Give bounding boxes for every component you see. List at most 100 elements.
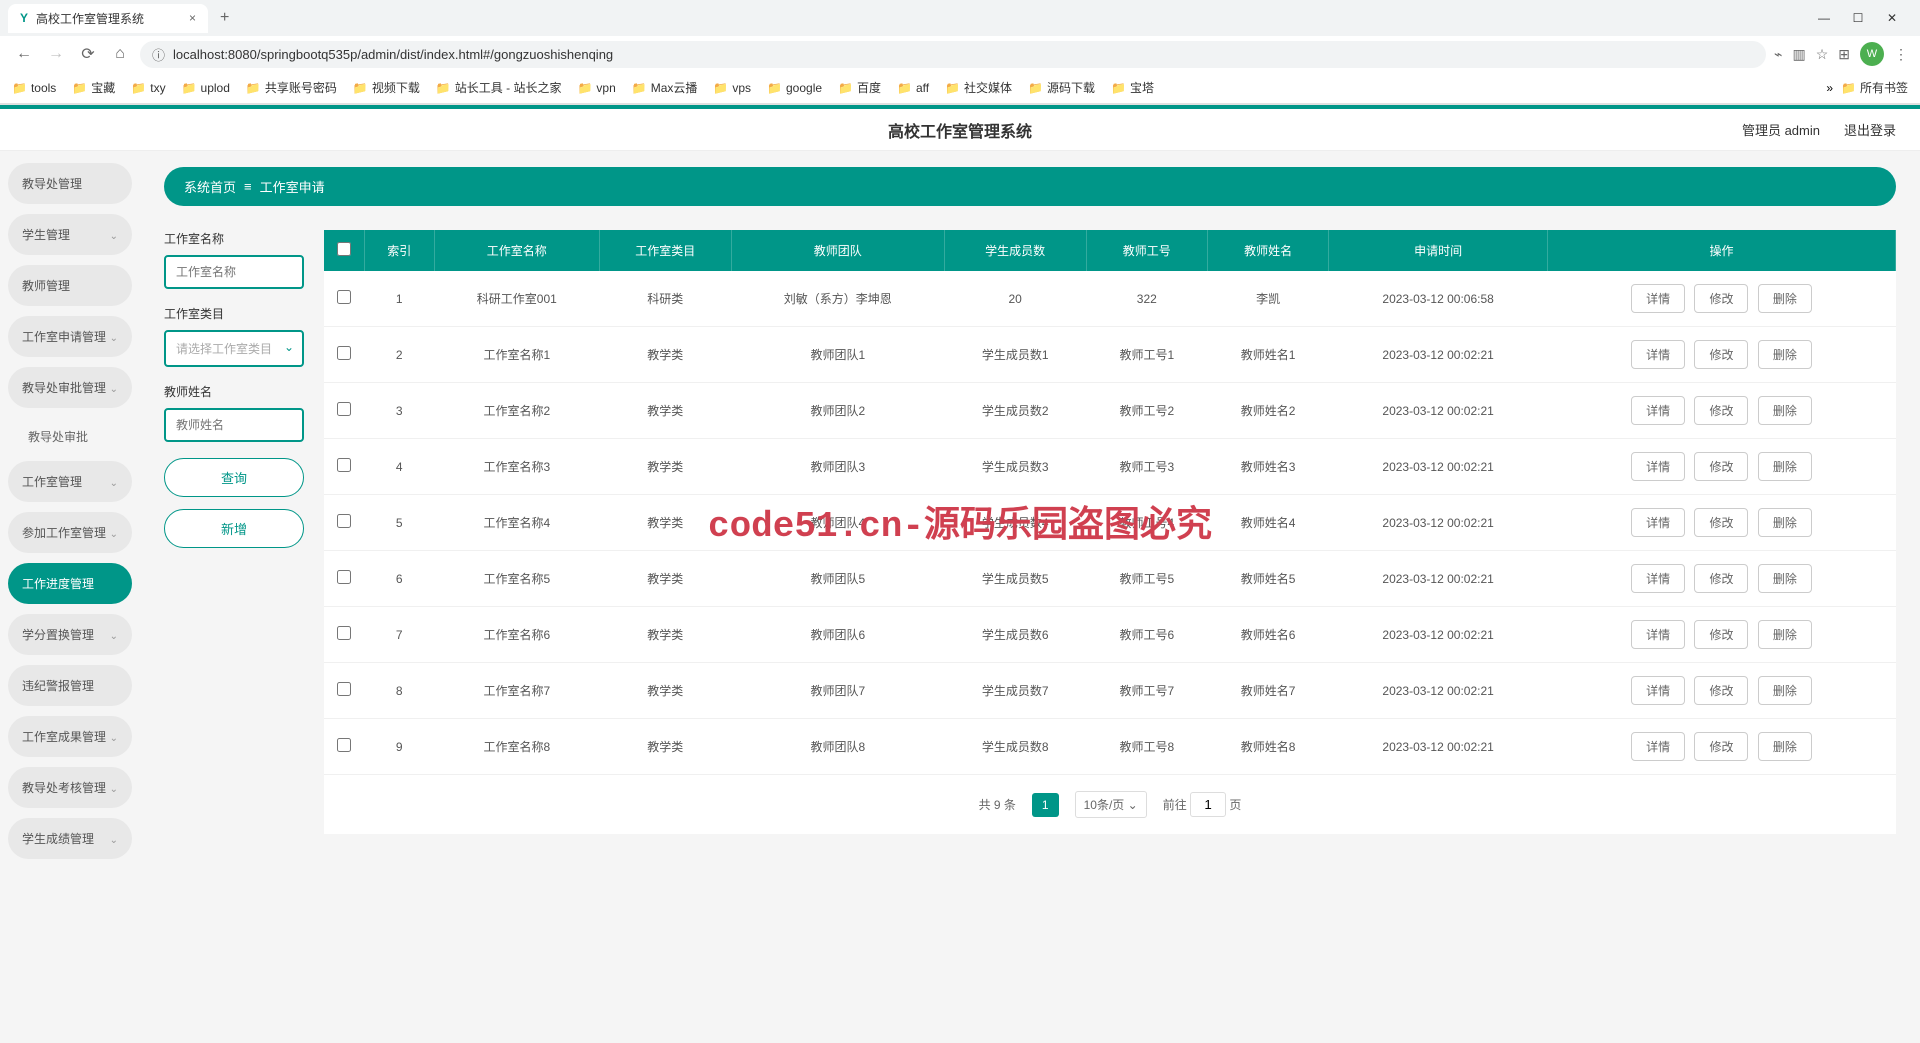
teacher-input[interactable] (164, 408, 304, 442)
extensions-icon[interactable]: ⊞ (1838, 46, 1850, 63)
bookmark-item[interactable]: vpn (577, 81, 615, 95)
back-icon[interactable]: ← (12, 45, 36, 63)
delete-button[interactable]: 删除 (1758, 508, 1812, 537)
page-number[interactable]: 1 (1032, 793, 1059, 817)
edit-button[interactable]: 修改 (1694, 508, 1748, 537)
type-select[interactable]: 请选择工作室类目 (164, 330, 304, 367)
detail-button[interactable]: 详情 (1631, 452, 1685, 481)
delete-button[interactable]: 删除 (1758, 284, 1812, 313)
home-icon[interactable]: ⌂ (108, 45, 132, 63)
key-icon[interactable]: ⌁ (1774, 46, 1782, 63)
bookmark-item[interactable]: 社交媒体 (945, 79, 1012, 96)
bookmark-item[interactable]: aff (897, 81, 929, 95)
detail-button[interactable]: 详情 (1631, 396, 1685, 425)
bookmark-item[interactable]: 共享账号密码 (246, 79, 337, 96)
all-bookmarks[interactable]: 所有书签 (1841, 79, 1908, 96)
delete-button[interactable]: 删除 (1758, 452, 1812, 481)
detail-button[interactable]: 详情 (1631, 284, 1685, 313)
detail-button[interactable]: 详情 (1631, 508, 1685, 537)
row-checkbox[interactable] (337, 346, 351, 360)
sidebar-item[interactable]: 工作进度管理 (8, 563, 132, 604)
minimize-icon[interactable]: — (1816, 11, 1832, 25)
delete-button[interactable]: 删除 (1758, 676, 1812, 705)
detail-button[interactable]: 详情 (1631, 564, 1685, 593)
row-checkbox[interactable] (337, 290, 351, 304)
cell-tname: 教师姓名4 (1207, 495, 1328, 551)
sidebar-item[interactable]: 学分置换管理 (8, 614, 132, 655)
edit-button[interactable]: 修改 (1694, 732, 1748, 761)
detail-button[interactable]: 详情 (1631, 620, 1685, 649)
forward-icon[interactable]: → (44, 45, 68, 63)
reload-icon[interactable]: ⟳ (76, 44, 100, 64)
edit-button[interactable]: 修改 (1694, 340, 1748, 369)
new-tab-button[interactable]: + (212, 5, 237, 31)
delete-button[interactable]: 删除 (1758, 340, 1812, 369)
sidebar-item[interactable]: 教导处管理 (8, 163, 132, 204)
sidebar-item[interactable]: 违纪警报管理 (8, 665, 132, 706)
sidebar-item[interactable]: 学生成绩管理 (8, 818, 132, 859)
goto-input[interactable] (1190, 792, 1226, 817)
cell-name: 工作室名称7 (434, 663, 599, 719)
row-checkbox[interactable] (337, 458, 351, 472)
bookmark-item[interactable]: tools (12, 81, 56, 95)
menu-icon[interactable]: ⋮ (1894, 46, 1908, 63)
sidebar-item[interactable]: 教导处考核管理 (8, 767, 132, 808)
row-checkbox[interactable] (337, 514, 351, 528)
detail-button[interactable]: 详情 (1631, 676, 1685, 705)
user-label[interactable]: 管理员 admin (1742, 120, 1820, 139)
sidebar-item[interactable]: 参加工作室管理 (8, 512, 132, 553)
sidebar-item[interactable]: 工作室申请管理 (8, 316, 132, 357)
close-icon[interactable]: × (189, 11, 196, 25)
query-button[interactable]: 查询 (164, 458, 304, 497)
edit-button[interactable]: 修改 (1694, 620, 1748, 649)
row-checkbox[interactable] (337, 570, 351, 584)
bookmark-item[interactable]: 宝塔 (1111, 79, 1154, 96)
bookmark-item[interactable]: 百度 (838, 79, 881, 96)
sidebar-item[interactable]: 工作室管理 (8, 461, 132, 502)
delete-button[interactable]: 删除 (1758, 396, 1812, 425)
edit-button[interactable]: 修改 (1694, 396, 1748, 425)
delete-button[interactable]: 删除 (1758, 564, 1812, 593)
bookmark-item[interactable]: 视频下载 (353, 79, 420, 96)
bookmark-item[interactable]: Max云播 (632, 79, 698, 96)
row-checkbox[interactable] (337, 682, 351, 696)
bookmark-item[interactable]: 宝藏 (72, 79, 115, 96)
bookmark-item[interactable]: google (767, 81, 822, 95)
row-checkbox[interactable] (337, 738, 351, 752)
bookmark-item[interactable]: uplod (182, 81, 230, 95)
select-all-checkbox[interactable] (337, 242, 351, 256)
edit-button[interactable]: 修改 (1694, 564, 1748, 593)
edit-button[interactable]: 修改 (1694, 284, 1748, 313)
maximize-icon[interactable]: ☐ (1850, 11, 1866, 25)
chevron-right-icon[interactable]: » (1826, 81, 1833, 95)
page-size-select[interactable]: 10条/页 ⌄ (1075, 791, 1147, 818)
store-icon[interactable]: ▥ (1792, 46, 1805, 63)
browser-tab[interactable]: Y 高校工作室管理系统 × (8, 4, 208, 33)
edit-button[interactable]: 修改 (1694, 452, 1748, 481)
sidebar-item[interactable]: 工作室成果管理 (8, 716, 132, 757)
sidebar-item[interactable]: 教师管理 (8, 265, 132, 306)
breadcrumb-home[interactable]: 系统首页 (184, 177, 236, 196)
bookmark-item[interactable]: vps (713, 81, 751, 95)
sidebar-item[interactable]: 教导处审批管理 (8, 367, 132, 408)
detail-button[interactable]: 详情 (1631, 340, 1685, 369)
edit-button[interactable]: 修改 (1694, 676, 1748, 705)
cell-ops: 详情 修改 删除 (1547, 495, 1895, 551)
avatar[interactable]: W (1860, 42, 1884, 66)
url-input[interactable]: ⓘ localhost:8080/springbootq535p/admin/d… (140, 41, 1766, 68)
star-icon[interactable]: ☆ (1816, 46, 1829, 63)
close-window-icon[interactable]: ✕ (1884, 11, 1900, 25)
sidebar-item[interactable]: 学生管理 (8, 214, 132, 255)
sidebar-subitem[interactable]: 教导处审批 (8, 418, 132, 455)
bookmark-item[interactable]: 站长工具 - 站长之家 (436, 79, 562, 96)
logout-link[interactable]: 退出登录 (1844, 120, 1896, 139)
delete-button[interactable]: 删除 (1758, 732, 1812, 761)
name-input[interactable] (164, 255, 304, 289)
row-checkbox[interactable] (337, 626, 351, 640)
bookmark-item[interactable]: txy (131, 81, 165, 95)
row-checkbox[interactable] (337, 402, 351, 416)
detail-button[interactable]: 详情 (1631, 732, 1685, 761)
delete-button[interactable]: 删除 (1758, 620, 1812, 649)
add-button[interactable]: 新增 (164, 509, 304, 548)
bookmark-item[interactable]: 源码下载 (1028, 79, 1095, 96)
